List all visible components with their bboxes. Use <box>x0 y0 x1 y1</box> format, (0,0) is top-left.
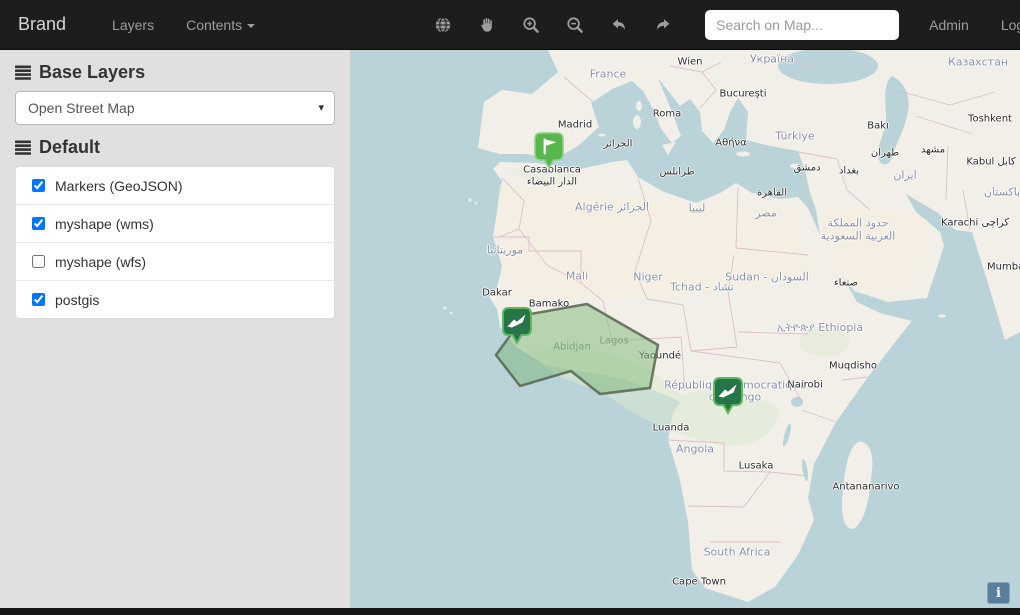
nav-item-contents-label: Contents <box>186 17 242 33</box>
map-city-label: صنعاء <box>834 278 858 289</box>
basemap <box>350 50 1020 615</box>
flag-marker[interactable] <box>534 132 564 170</box>
map-country-label: موريتانيا <box>487 244 523 257</box>
map-city-label: Kabul كابل <box>966 157 1015 168</box>
map-city-label: طهران <box>871 148 899 159</box>
layer-row[interactable]: myshape (wms) <box>16 205 334 243</box>
map-city-label: Cape Town <box>672 577 726 588</box>
map-country-label: Niger <box>633 271 663 284</box>
search-input[interactable] <box>705 10 899 40</box>
map-city-label: București <box>720 89 767 100</box>
map-city-label: الجزائر <box>604 139 633 150</box>
map-city-label: القاهرة <box>757 188 787 199</box>
nav-item-layers[interactable]: Layers <box>112 17 154 33</box>
undo-icon[interactable] <box>606 12 632 38</box>
list-icon <box>15 65 31 80</box>
nav-item-logout[interactable]: Logout <box>1001 17 1020 33</box>
map-city-label: Lusaka <box>739 461 774 472</box>
map-city-label: Dakar <box>482 288 512 299</box>
map-city-label: Toshkent <box>968 114 1012 125</box>
navbar: Brand Layers Contents <box>0 0 1020 50</box>
base-layers-heading-label: Base Layers <box>39 62 145 83</box>
map-city-label: Bamako <box>529 299 569 310</box>
layer-row[interactable]: postgis <box>16 281 334 318</box>
nav-item-admin[interactable]: Admin <box>929 17 969 33</box>
select-caret-icon: ▾ <box>318 101 324 114</box>
shape-marker[interactable] <box>502 307 532 345</box>
map-city-label: طرابلس <box>659 167 694 178</box>
bottom-bar <box>0 608 1020 615</box>
map-toolbar <box>421 12 685 38</box>
map-country-label: Казахстан <box>948 56 1008 69</box>
map-country-label: ليبيا <box>689 202 706 215</box>
map-country-label: حدود المملكة <box>827 217 888 230</box>
map-city-label: Luanda <box>653 423 690 434</box>
layer-row[interactable]: myshape (wfs) <box>16 243 334 281</box>
attribution-info-button[interactable]: i <box>987 582 1010 604</box>
search-box <box>705 10 899 40</box>
map-city-label: Bakı <box>867 121 889 132</box>
map-city-label: الدار البيضاء <box>527 177 577 188</box>
map-country-label: Україна <box>750 53 794 66</box>
map-city-label: دمشق <box>793 163 820 174</box>
base-layer-selected-value: Open Street Map <box>28 100 135 116</box>
layer-label: myshape (wms) <box>55 216 154 232</box>
map-city-label: Yaoundé <box>639 351 681 362</box>
pan-hand-icon[interactable] <box>474 12 500 38</box>
map-country-label: Angola <box>676 443 714 456</box>
list-icon <box>15 140 31 155</box>
map-country-label: Algérie الجزائر <box>575 201 649 214</box>
map-country-label: مصر <box>755 207 777 220</box>
layer-checkbox[interactable] <box>32 217 45 230</box>
layer-row[interactable]: Markers (GeoJSON) <box>16 167 334 205</box>
map-city-label: بغداد <box>839 166 859 177</box>
map-country-label: Mali <box>566 270 588 283</box>
map-city-label: Lagos <box>599 336 628 347</box>
globe-icon[interactable] <box>430 12 456 38</box>
layer-checkbox[interactable] <box>32 179 45 192</box>
map-country-label: باكستان <box>984 186 1020 199</box>
map-country-label: Sudan - السودان <box>725 271 809 284</box>
map-canvas[interactable]: France Україна Казахстан Türkiye Algérie الج… <box>350 50 1020 615</box>
default-group-heading-label: Default <box>39 137 100 158</box>
default-group-heading: Default <box>15 137 350 158</box>
map-country-label: ኢትዮጵያ Ethiopia <box>777 321 863 335</box>
map-city-label: Karachi كراچى <box>941 218 1009 229</box>
map-city-label: مشهد <box>921 145 945 156</box>
layer-checkbox[interactable] <box>32 255 45 268</box>
layer-list: Markers (GeoJSON) myshape (wms) myshape (w… <box>15 166 335 319</box>
application: Brand Layers Contents <box>0 0 1020 615</box>
map-city-label: Wien <box>678 57 703 68</box>
redo-icon[interactable] <box>650 12 676 38</box>
zoom-out-icon[interactable] <box>562 12 588 38</box>
map-city-label: Madrid <box>558 120 592 131</box>
navbar-right: Admin Logout <box>913 17 1020 33</box>
map-country-label: South Africa <box>704 546 771 559</box>
layer-checkbox[interactable] <box>32 293 45 306</box>
map-city-label: Abidjan <box>553 342 591 353</box>
layer-label: Markers (GeoJSON) <box>55 178 183 194</box>
zoom-in-icon[interactable] <box>518 12 544 38</box>
nav-item-contents[interactable]: Contents <box>186 17 255 33</box>
map-city-label: Muqdisho <box>829 361 877 372</box>
layer-label: myshape (wfs) <box>55 254 146 270</box>
map-city-label: Antananarivo <box>832 482 899 493</box>
layer-label: postgis <box>55 292 99 308</box>
map-country-label: ايران <box>893 169 916 182</box>
map-country-label: العربية السعودية <box>821 230 896 243</box>
map-city-label: Nairobi <box>787 380 823 391</box>
map-country-label: Türkiye <box>775 130 814 143</box>
shape-marker[interactable] <box>713 377 743 415</box>
base-layers-heading: Base Layers <box>15 62 350 83</box>
map-country-label: France <box>590 68 627 81</box>
base-layer-select[interactable]: Open Street Map ▾ <box>15 91 335 125</box>
map-city-label: Mumbai <box>987 262 1020 273</box>
sidebar: Base Layers Open Street Map ▾ Default Ma… <box>0 50 350 608</box>
caret-down-icon <box>247 24 255 28</box>
map-city-label: Αθήνα <box>715 138 746 149</box>
map-city-label: Roma <box>653 109 682 120</box>
brand[interactable]: Brand <box>18 14 66 35</box>
